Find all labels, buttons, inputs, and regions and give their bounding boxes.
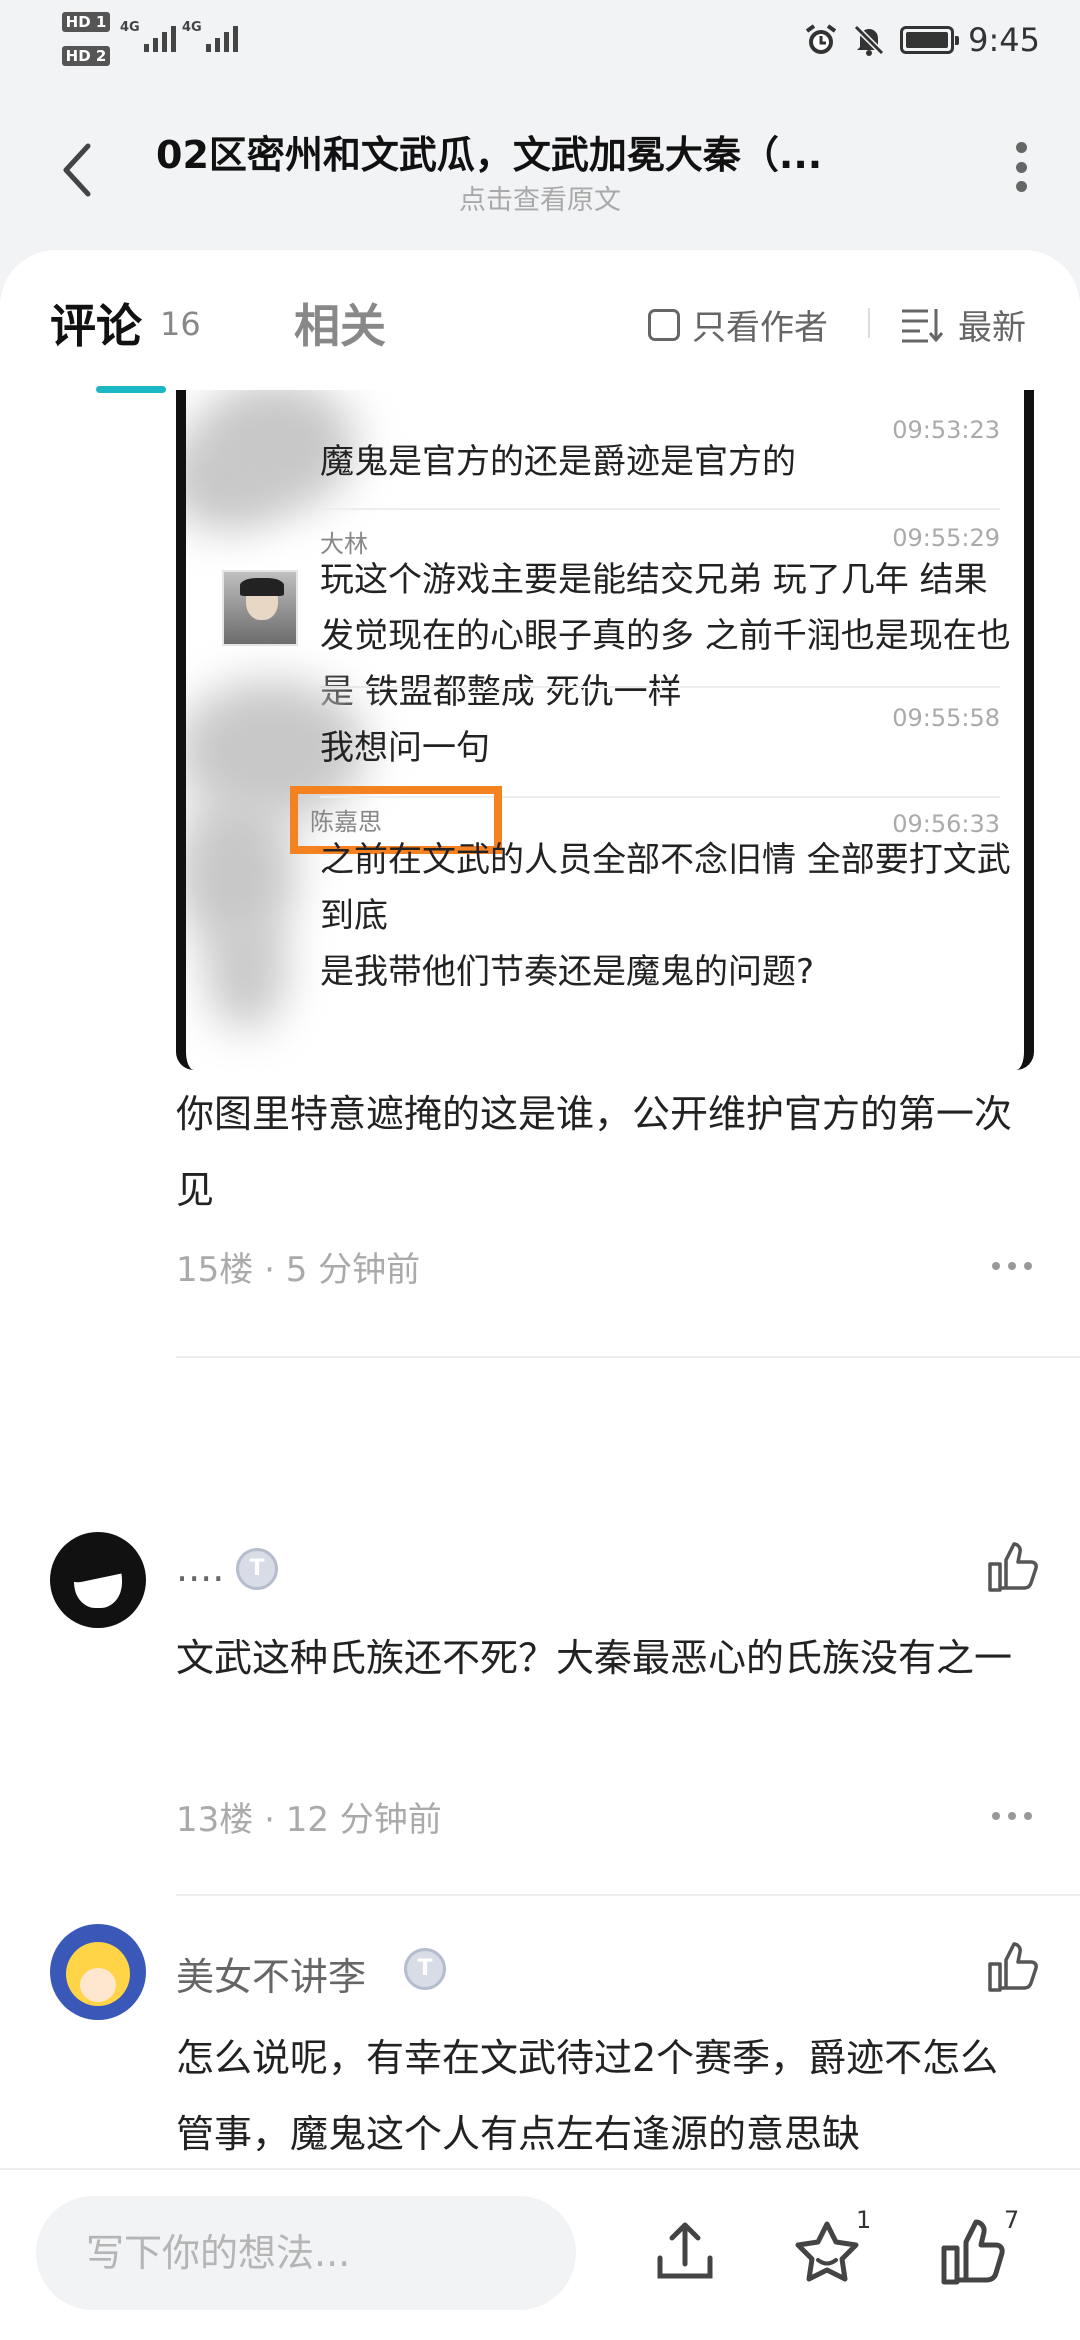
username[interactable]: .... (176, 1546, 224, 1590)
username[interactable]: 美女不讲李 (176, 1946, 366, 2001)
only-author-label: 只看作者 (692, 308, 828, 348)
avatar (222, 570, 298, 646)
clock: 9:45 (968, 21, 1040, 59)
level-badge: T (404, 1948, 446, 1990)
message-text: 我想问一句 (320, 728, 490, 768)
comment-time: 12 分钟前 (285, 1800, 442, 1840)
sim1-label: HD 1 (62, 12, 110, 32)
more-icon[interactable] (1014, 142, 1028, 192)
divider (176, 1894, 1080, 1896)
separator (320, 686, 1000, 688)
divider (868, 308, 870, 338)
sort-icon (902, 308, 944, 342)
comment-text: 文武这种氏族还不死？大秦最恶心的氏族没有之一 (176, 1636, 1013, 1680)
comment-text: 怎么说呢，有幸在文武待过2个赛季，爵迹不怎么管事，魔鬼这个人有点左右逢源的意思缺 (176, 2036, 999, 2156)
avatar[interactable] (50, 1532, 146, 1628)
more-icon[interactable] (992, 1262, 1032, 1270)
tab-bar: 评论 16 相关 只看作者 最新 (0, 250, 1080, 393)
more-icon[interactable] (992, 1812, 1032, 1820)
avatar[interactable] (50, 1924, 146, 2020)
blur-mask (186, 430, 286, 530)
like-icon[interactable] (984, 1940, 1040, 1996)
tab-indicator (96, 386, 166, 393)
share-icon[interactable] (650, 2218, 720, 2288)
network-label: 4G (120, 20, 140, 35)
comments-panel: 评论 16 相关 只看作者 最新 09:53:23 魔鬼是官方的还是爵迹是官方的… (0, 250, 1080, 2340)
message-time: 09:55:29 (892, 524, 1000, 552)
only-author-filter[interactable]: 只看作者 (648, 300, 828, 349)
sim2-label: HD 2 (62, 46, 110, 66)
comments-count: 16 (160, 305, 201, 343)
view-original-link[interactable]: 点击查看原文 (0, 178, 1080, 217)
level-badge: T (236, 1548, 278, 1590)
page-title[interactable]: 02区密州和文武瓜，文武加冕大秦（... (156, 124, 896, 179)
sort-label: 最新 (958, 308, 1026, 348)
message-text: 之前在文武的人员全部不念旧情 全部要打文武到底 是我带他们节奏还是魔鬼的问题? (320, 840, 1011, 992)
comment-floor: 13楼 (176, 1800, 254, 1840)
comment-text: 你图里特意遮掩的这是谁，公开维护官方的第一次见 (176, 1092, 1013, 1212)
battery-icon (900, 26, 960, 54)
top-nav: 02区密州和文武瓜，文武加冕大秦（... 点击查看原文 (0, 100, 1080, 230)
comment-meta: 15楼 · 5 分钟前 (176, 1250, 421, 1290)
mute-icon (854, 24, 885, 56)
comment-input[interactable]: 写下你的想法... (36, 2196, 576, 2310)
message-text: 魔鬼是官方的还是爵迹是官方的 (320, 442, 796, 482)
bottom-bar: 写下你的想法... 1 7 (0, 2168, 1080, 2340)
blur-mask (206, 910, 286, 1030)
favorite-count: 1 (856, 2206, 872, 2234)
checkbox-icon[interactable] (648, 308, 680, 341)
separator (320, 508, 1000, 510)
comment-time: 5 分钟前 (285, 1250, 421, 1290)
message-text: 玩这个游戏主要是能结交兄弟 玩了几年 结果发觉现在的心眼子真的多 之前千润也是现… (320, 560, 1011, 712)
signal-icon (144, 22, 176, 52)
signal-icon-2 (206, 22, 238, 52)
thumb-up-icon[interactable] (938, 2218, 1008, 2288)
like-count: 7 (1004, 2206, 1020, 2234)
network-label-2: 4G (182, 20, 202, 35)
comment-floor: 15楼 (176, 1250, 254, 1290)
tab-comments[interactable]: 评论 (50, 290, 142, 356)
like-icon[interactable] (984, 1540, 1040, 1596)
comment-meta: 13楼 · 12 分钟前 (176, 1800, 442, 1840)
comment-image[interactable]: 09:53:23 魔鬼是官方的还是爵迹是官方的 大林 09:55:29 玩这个游… (176, 390, 1034, 1070)
star-icon[interactable] (792, 2218, 862, 2288)
sort-button[interactable]: 最新 (900, 300, 1026, 349)
alarm-icon (805, 24, 837, 54)
status-bar: HD 1 HD 2 4G 4G 9:45 (0, 0, 1080, 80)
divider (176, 1356, 1080, 1358)
tab-related[interactable]: 相关 (294, 290, 386, 356)
